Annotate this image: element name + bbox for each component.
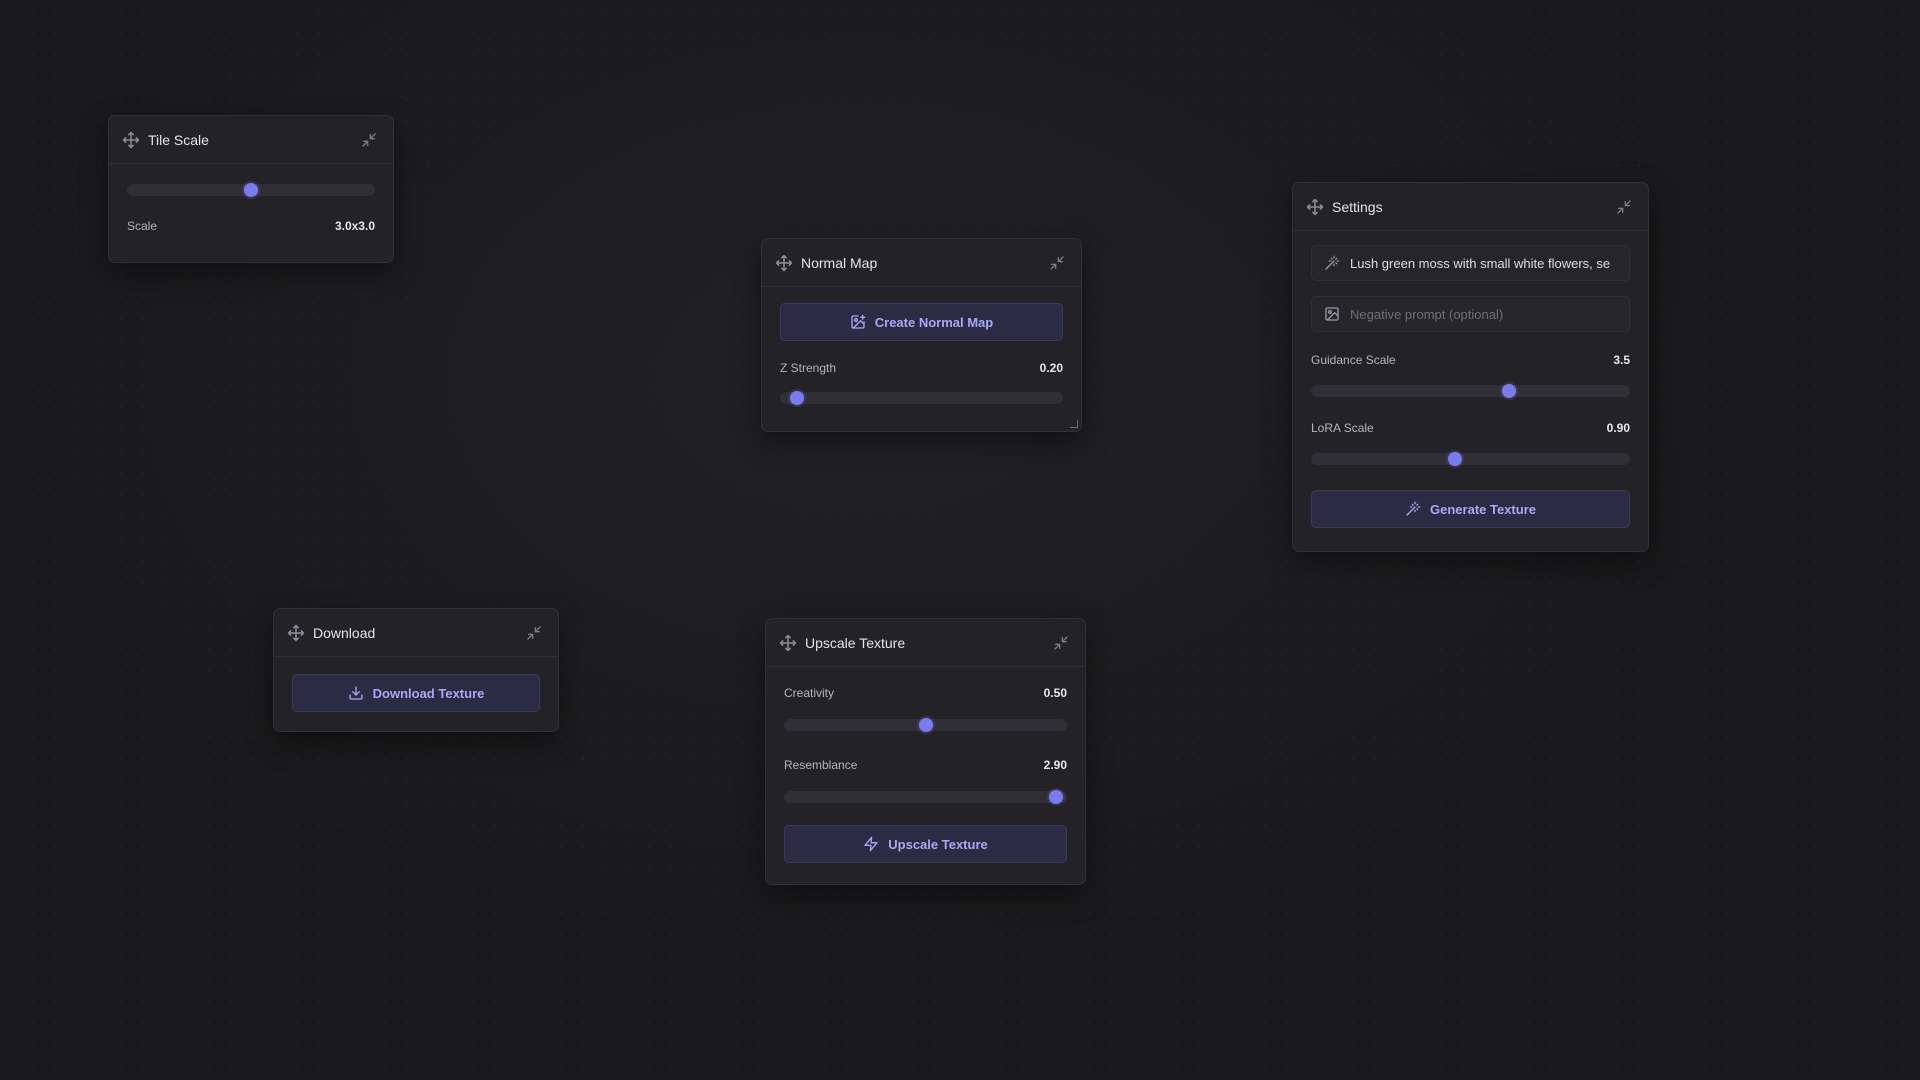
normal-map-panel: Normal Map Create Normal Map Z Strength …: [761, 238, 1082, 432]
panel-title: Download: [313, 624, 376, 641]
tile-scale-panel: Tile Scale Scale 3.0x3.0: [108, 115, 394, 263]
move-icon[interactable]: [122, 131, 140, 149]
scale-value: 3.0x3.0: [334, 219, 375, 233]
panel-title: Upscale Texture: [805, 634, 906, 651]
z-strength-label: Z Strength: [780, 361, 837, 375]
resemblance-value: 2.90: [1043, 758, 1067, 772]
image-icon: [1324, 306, 1340, 322]
tile-scale-slider[interactable]: [127, 183, 375, 197]
generate-texture-button[interactable]: Generate Texture: [1311, 490, 1630, 528]
tile-scale-header[interactable]: Tile Scale: [109, 116, 393, 164]
lora-scale-value: 0.90: [1606, 421, 1630, 435]
wand-icon: [1324, 255, 1340, 271]
wand-icon: [1405, 501, 1421, 517]
button-label: Create Normal Map: [874, 314, 994, 330]
slider-thumb[interactable]: [918, 718, 933, 732]
download-header[interactable]: Download: [274, 609, 558, 657]
lora-scale-label: LoRA Scale: [1311, 421, 1374, 435]
button-label: Upscale Texture: [888, 836, 988, 852]
slider-thumb[interactable]: [789, 391, 804, 405]
create-normal-map-button[interactable]: Create Normal Map: [780, 303, 1063, 341]
upscale-texture-header[interactable]: Upscale Texture: [766, 619, 1085, 667]
slider-thumb[interactable]: [244, 183, 258, 197]
minimize-icon[interactable]: [1049, 255, 1065, 271]
resize-handle[interactable]: [1070, 420, 1078, 428]
download-icon: [348, 685, 364, 701]
settings-header[interactable]: Settings: [1293, 183, 1648, 231]
panel-title: Settings: [1332, 198, 1383, 215]
move-icon[interactable]: [779, 634, 797, 652]
z-strength-value: 0.20: [1039, 361, 1063, 375]
minimize-icon[interactable]: [1053, 635, 1069, 651]
creativity-value: 0.50: [1043, 686, 1067, 700]
button-label: Generate Texture: [1430, 501, 1536, 517]
move-icon[interactable]: [1306, 198, 1324, 216]
prompt-value: Lush green moss with small white flowers…: [1350, 255, 1611, 271]
resemblance-slider[interactable]: [784, 790, 1067, 804]
slider-thumb[interactable]: [1447, 452, 1462, 466]
move-icon[interactable]: [287, 624, 305, 642]
resemblance-label: Resemblance: [784, 758, 858, 772]
guidance-scale-label: Guidance Scale: [1311, 353, 1396, 367]
download-panel: Download Download Texture: [273, 608, 559, 732]
image-plus-icon: [850, 314, 866, 330]
upscale-texture-panel: Upscale Texture Creativity 0.50 Resembla…: [765, 618, 1086, 885]
guidance-scale-slider[interactable]: [1311, 384, 1630, 398]
lora-scale-slider[interactable]: [1311, 452, 1630, 466]
prompt-input[interactable]: Lush green moss with small white flowers…: [1311, 245, 1630, 281]
minimize-icon[interactable]: [1616, 199, 1632, 215]
upscale-texture-button[interactable]: Upscale Texture: [784, 825, 1067, 863]
creativity-label: Creativity: [784, 686, 835, 700]
settings-panel: Settings Lush green moss with small whit…: [1292, 182, 1649, 552]
negative-prompt-placeholder: Negative prompt (optional): [1350, 306, 1504, 322]
move-icon[interactable]: [775, 254, 793, 272]
zap-icon: [863, 836, 879, 852]
download-texture-button[interactable]: Download Texture: [292, 674, 540, 712]
creativity-slider[interactable]: [784, 718, 1067, 732]
scale-label: Scale: [127, 219, 158, 233]
z-strength-slider[interactable]: [780, 391, 1063, 405]
minimize-icon[interactable]: [526, 625, 542, 641]
slider-thumb[interactable]: [1048, 790, 1063, 804]
panel-title: Tile Scale: [148, 131, 209, 148]
guidance-scale-value: 3.5: [1613, 353, 1630, 367]
slider-thumb[interactable]: [1501, 384, 1516, 398]
minimize-icon[interactable]: [361, 132, 377, 148]
negative-prompt-input[interactable]: Negative prompt (optional): [1311, 296, 1630, 332]
button-label: Download Texture: [372, 685, 485, 701]
normal-map-header[interactable]: Normal Map: [762, 239, 1081, 287]
panel-title: Normal Map: [801, 254, 878, 271]
